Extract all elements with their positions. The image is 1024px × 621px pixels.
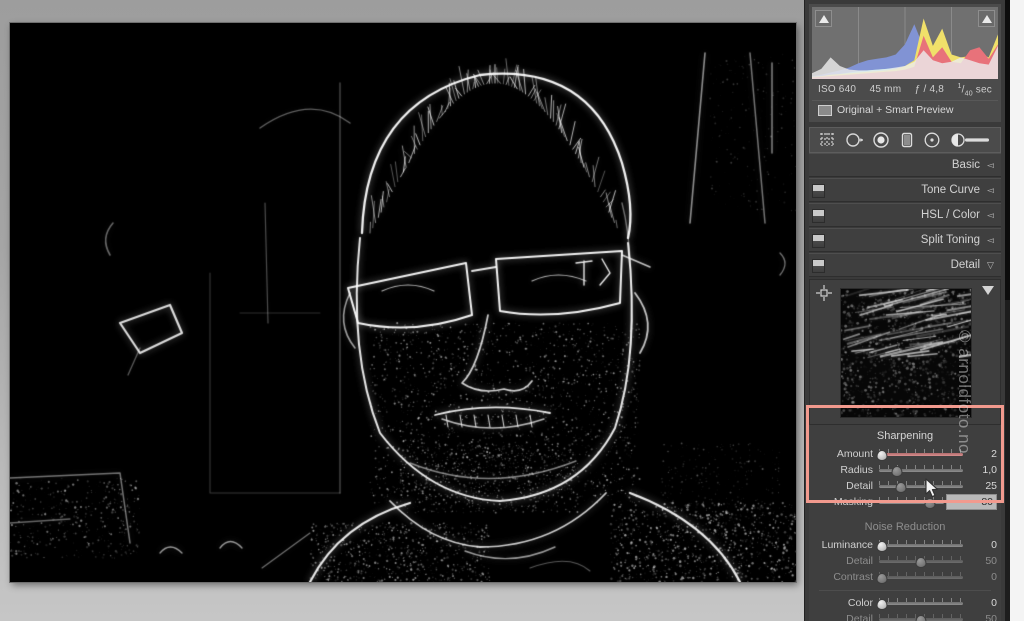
slider-label-radius: Radius (811, 464, 879, 476)
slider-fill (879, 544, 963, 547)
sidebar-item-detail[interactable]: Detail ▽ (809, 253, 1001, 277)
slider-label-luminance: Luminance (811, 539, 879, 551)
iso-value: ISO 640 (818, 84, 856, 95)
slider-fill (879, 485, 963, 488)
target-crosshair-icon[interactable] (816, 285, 832, 301)
chevron-collapsed-icon[interactable]: ◅ (984, 185, 1001, 196)
histogram-panel: ISO 640 45 mm ƒ / 4,8 1/40 sec Original … (809, 4, 1001, 122)
slider-knob-color[interactable] (877, 597, 888, 609)
radial-filter-icon[interactable] (923, 132, 941, 148)
adjustment-brush-icon[interactable] (950, 132, 992, 148)
slider-track-luminance-contrast[interactable] (879, 570, 963, 584)
red-eye-correction-icon[interactable] (872, 132, 890, 148)
right-panel-scroll-region[interactable]: ISO 640 45 mm ƒ / 4,8 1/40 sec Original … (805, 0, 1005, 621)
slider-track-color[interactable] (879, 596, 963, 610)
slider-label-luminance-contrast: Contrast (811, 571, 879, 583)
sidebar-item-basic[interactable]: Basic ◅ (809, 153, 1001, 177)
desktop-background (1010, 0, 1024, 621)
panel-label-hsl-color: HSL / Color (921, 209, 984, 221)
slider-knob-detail[interactable] (895, 480, 906, 492)
panel-switch-hsl-color[interactable] (812, 209, 825, 223)
slider-fill (879, 453, 963, 456)
slider-knob-luminance[interactable] (877, 539, 888, 551)
slider-track-luminance[interactable] (879, 538, 963, 552)
slider-track-color-detail[interactable] (879, 612, 963, 621)
slider-label-masking: Masking (811, 496, 879, 508)
lightroom-develop-window: ISO 640 45 mm ƒ / 4,8 1/40 sec Original … (0, 0, 1024, 621)
watermark-text: © arnoldfoto.no (952, 330, 974, 590)
panel-switch-split-toning[interactable] (812, 234, 825, 248)
sidebar-item-split-toning[interactable]: Split Toning ◅ (809, 228, 1001, 252)
image-viewer-area[interactable] (0, 0, 804, 621)
chevron-collapsed-icon[interactable]: ◅ (984, 235, 1001, 246)
slider-track-detail[interactable] (879, 479, 963, 493)
slider-value-color[interactable]: 0 (963, 597, 997, 609)
histogram-plot[interactable] (812, 7, 998, 79)
highlight-clipping-button[interactable] (978, 10, 995, 27)
chevron-collapsed-icon[interactable]: ◅ (984, 160, 1001, 171)
slider-track-radius[interactable] (879, 463, 963, 477)
slider-row-color[interactable]: Color 0 (809, 595, 1001, 611)
slider-knob-color-detail[interactable] (916, 613, 927, 621)
slider-track-luminance-detail[interactable] (879, 554, 963, 568)
slider-label-luminance-detail: Detail (811, 555, 879, 567)
graduated-filter-icon[interactable] (899, 132, 915, 148)
panel-label-split-toning: Split Toning (921, 234, 984, 246)
slider-label-color-detail: Detail (811, 613, 879, 621)
aperture-value: ƒ / 4,8 (915, 84, 944, 95)
panel-label-tone-curve: Tone Curve (921, 184, 984, 196)
chevron-expanded-icon[interactable]: ▽ (984, 260, 1001, 271)
triangle-up-icon (982, 15, 992, 23)
slider-fill (879, 602, 963, 605)
slider-value-color-detail[interactable]: 50 (963, 613, 997, 621)
preview-status-label: Original + Smart Preview (837, 104, 953, 116)
slider-knob-radius[interactable] (892, 464, 903, 476)
capture-metadata: ISO 640 45 mm ƒ / 4,8 1/40 sec (812, 79, 998, 100)
spot-removal-icon[interactable] (845, 132, 864, 148)
slider-row-color-detail[interactable]: Detail 50 (809, 611, 1001, 621)
crop-overlay-icon[interactable] (818, 132, 836, 148)
panel-label-basic: Basic (952, 159, 984, 171)
loupe-zoom-toggle-icon[interactable] (982, 286, 994, 295)
panel-label-detail: Detail (951, 259, 984, 271)
develop-right-panel: ISO 640 45 mm ƒ / 4,8 1/40 sec Original … (804, 0, 1009, 621)
local-adjustment-toolstrip (809, 127, 1001, 153)
noise-reduction-divider (819, 590, 991, 591)
slider-knob-amount[interactable] (877, 448, 888, 460)
slider-knob-luminance-contrast[interactable] (877, 571, 888, 583)
slider-fill (879, 576, 963, 579)
slider-label-amount: Amount (811, 448, 879, 460)
sidebar-item-tone-curve[interactable]: Tone Curve ◅ (809, 178, 1001, 202)
slider-label-color: Color (811, 597, 879, 609)
shutter-speed-value: 1/40 sec (958, 83, 992, 97)
mask-overlay-photo[interactable] (10, 23, 796, 582)
mouse-cursor (925, 478, 941, 505)
focal-length-value: 45 mm (870, 84, 902, 95)
chevron-collapsed-icon[interactable]: ◅ (984, 210, 1001, 221)
slider-track-amount[interactable] (879, 447, 963, 461)
slider-label-detail: Detail (811, 480, 879, 492)
mask-overlay-canvas (10, 23, 796, 582)
triangle-up-icon (819, 15, 829, 23)
panel-switch-detail[interactable] (812, 259, 825, 273)
image-thumbnail-icon (818, 105, 832, 116)
preview-status-row: Original + Smart Preview (812, 100, 998, 120)
shadow-clipping-button[interactable] (815, 10, 832, 27)
panel-scrollbar-thumb[interactable] (1005, 0, 1010, 300)
slider-knob-luminance-detail[interactable] (916, 555, 927, 567)
panel-switch-tone-curve[interactable] (812, 184, 825, 198)
sidebar-item-hsl-color[interactable]: HSL / Color ◅ (809, 203, 1001, 227)
